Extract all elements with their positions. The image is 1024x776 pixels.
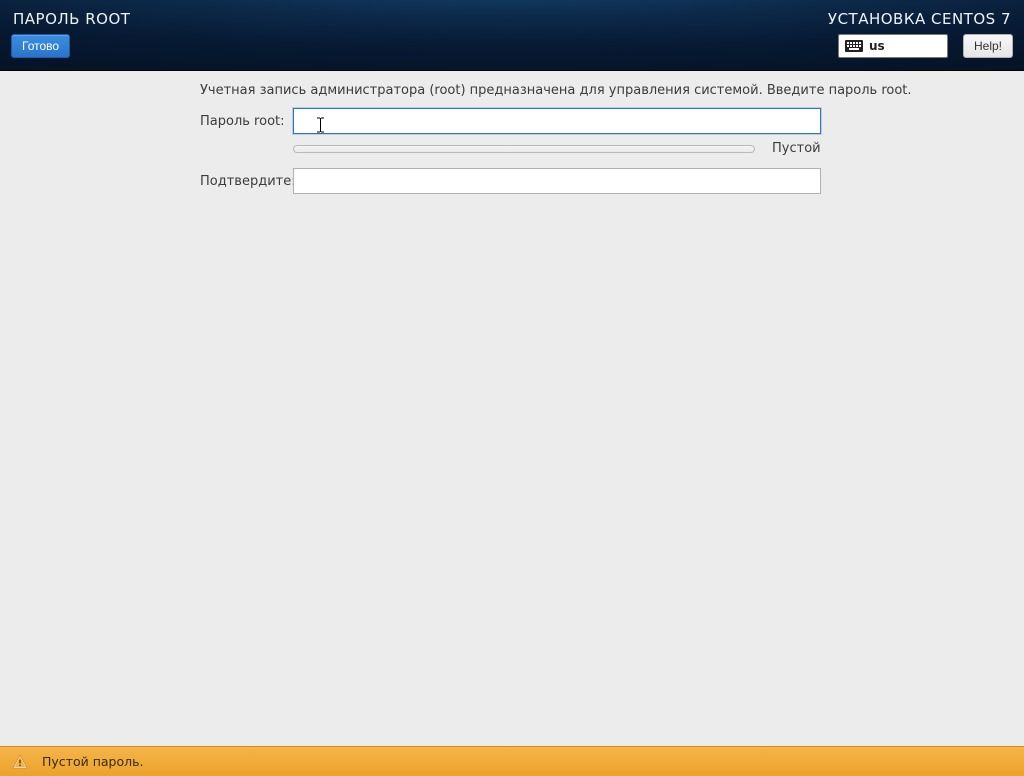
password-strength-bar — [293, 145, 755, 153]
password-label: Пароль root: — [200, 114, 285, 129]
keyboard-layout-selector[interactable]: us — [838, 34, 948, 58]
done-button[interactable]: Готово — [11, 34, 70, 58]
warning-icon — [12, 754, 28, 770]
description-text: Учетная запись администратора (root) пре… — [200, 83, 912, 98]
help-button[interactable]: Help! — [963, 34, 1013, 58]
installer-title: УСТАНОВКА CENTOS 7 — [828, 10, 1011, 28]
warning-bar: Пустой пароль. — [0, 746, 1024, 776]
header-bar: ПАРОЛЬ ROOT Готово УСТАНОВКА CENTOS 7 us… — [0, 0, 1024, 71]
warning-text: Пустой пароль. — [42, 754, 143, 769]
confirm-label: Подтвердите: — [200, 174, 296, 189]
keyboard-icon — [845, 40, 863, 52]
password-strength-label: Пустой — [772, 141, 821, 156]
keyboard-layout-label: us — [869, 39, 885, 53]
confirm-password-input[interactable] — [293, 168, 821, 194]
main-content: Учетная запись администратора (root) пре… — [0, 71, 1024, 746]
root-password-input[interactable] — [293, 108, 821, 134]
page-title: ПАРОЛЬ ROOT — [13, 10, 130, 28]
